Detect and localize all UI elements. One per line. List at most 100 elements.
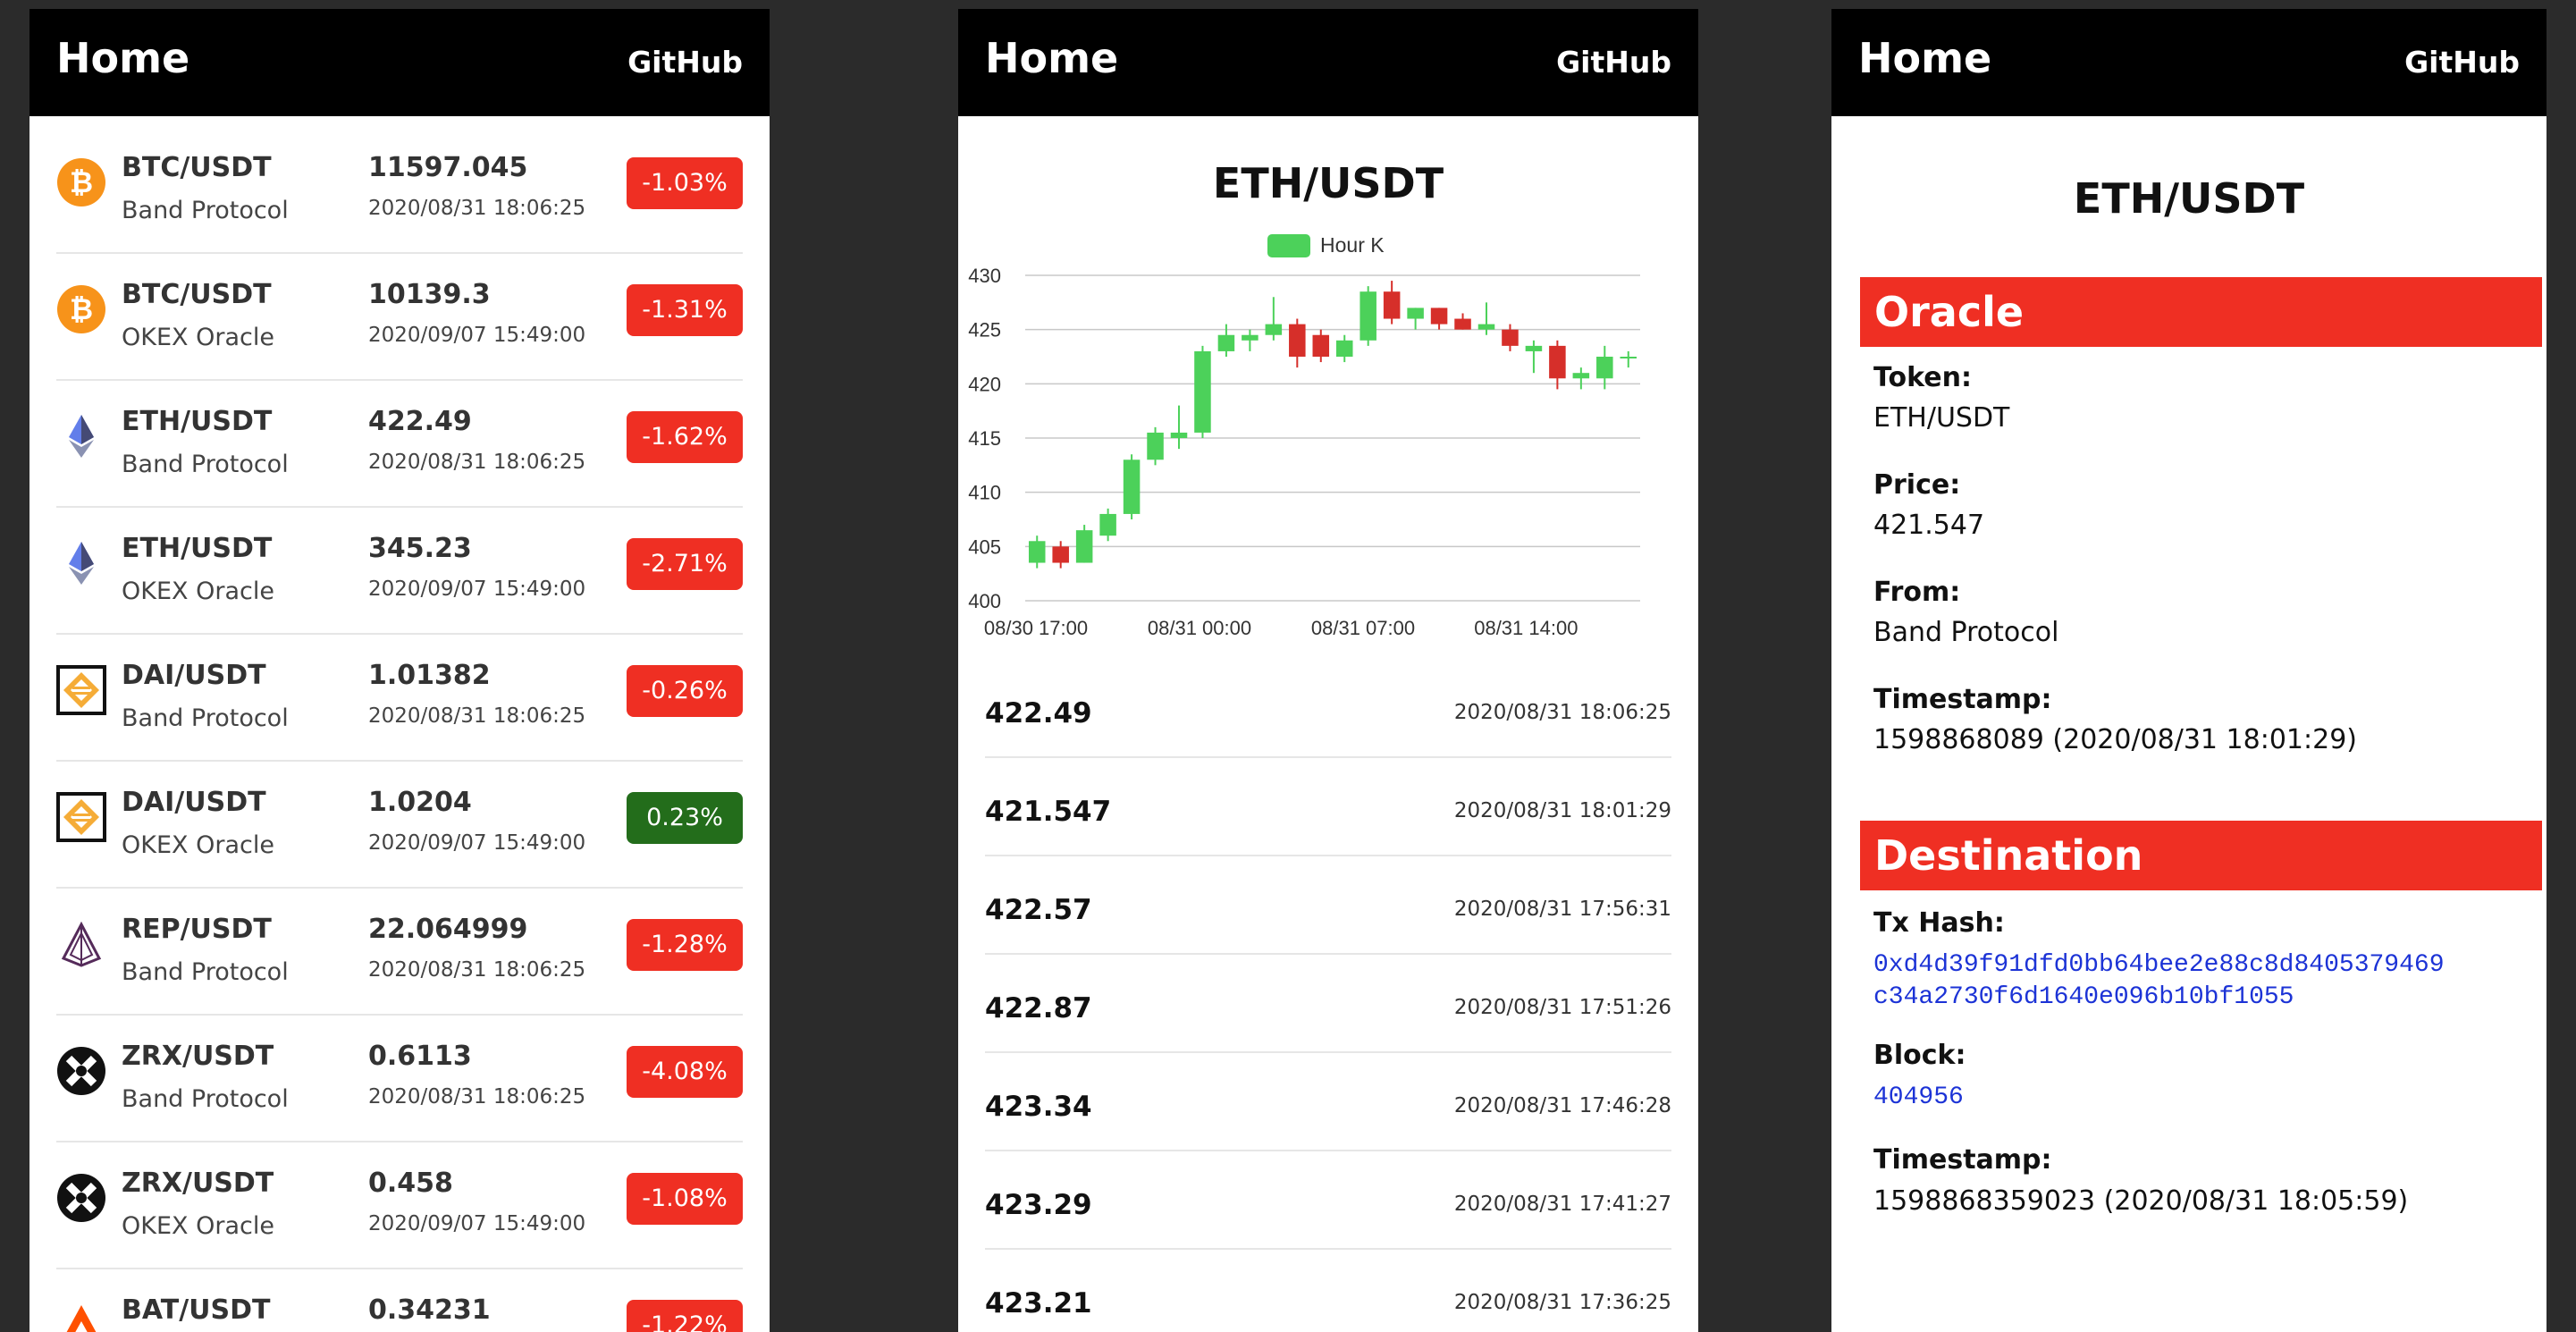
list-item[interactable]: DAI/USDT OKEX Oracle 1.0204 2020/09/07 15:4…	[29, 762, 770, 889]
price-value: 1.01382	[368, 660, 491, 691]
history-price: 423.29	[985, 1189, 1092, 1221]
list-item[interactable]: ₿ BTC/USDT Band Protocol 11597.045 2020/08/3…	[29, 127, 770, 254]
candle-body	[1502, 329, 1519, 346]
list-item[interactable]: ₿ BTC/USDT OKEX Oracle 10139.3 2020/09/07 15…	[29, 254, 770, 381]
history-time: 2020/08/31 17:56:31	[1453, 898, 1671, 921]
candle-body	[1572, 373, 1590, 379]
home-link[interactable]: Home	[56, 34, 189, 82]
github-link[interactable]: GitHub	[627, 45, 743, 80]
zrx-icon	[56, 1173, 106, 1223]
svg-text:₿: ₿	[70, 292, 93, 326]
price-value: 0.6113	[368, 1041, 472, 1072]
github-link[interactable]: GitHub	[1556, 45, 1671, 80]
history-time: 2020/08/31 17:46:28	[1453, 1094, 1671, 1117]
dai-icon	[56, 665, 106, 715]
x-tick-label: 08/31 07:00	[1311, 617, 1415, 639]
home-link[interactable]: Home	[985, 34, 1118, 82]
github-link[interactable]: GitHub	[2404, 45, 2520, 80]
list-item[interactable]: 423.21 2020/08/31 17:36:25	[958, 1250, 1698, 1332]
oracle-source: Band Protocol	[122, 958, 289, 986]
y-tick-label: 405	[968, 535, 1001, 558]
x-tick-label: 08/31 14:00	[1474, 617, 1578, 639]
change-badge: -1.03%	[627, 157, 743, 209]
candle-body	[1620, 357, 1637, 358]
list-item[interactable]: ZRX/USDT OKEX Oracle 0.458 2020/09/07 15:49…	[29, 1142, 770, 1269]
oracle-source: OKEX Oracle	[122, 1212, 274, 1240]
y-tick-label: 425	[968, 319, 1001, 341]
history-time: 2020/08/31 17:36:25	[1453, 1291, 1671, 1314]
from-label: From:	[1873, 577, 1961, 608]
history-price: 423.21	[985, 1287, 1092, 1319]
list-item[interactable]: 421.547 2020/08/31 18:01:29	[958, 758, 1698, 856]
candle-body	[1123, 459, 1141, 514]
list-item[interactable]: ETH/USDT OKEX Oracle 345.23 2020/09/07 15:4…	[29, 508, 770, 635]
candle-body	[1335, 340, 1353, 357]
oracle-heading: Oracle	[1860, 277, 2542, 347]
price-label: Price:	[1873, 469, 1961, 501]
price-time: 2020/09/07 15:49:00	[368, 324, 586, 347]
candle-body	[1596, 357, 1613, 379]
y-tick-label: 410	[968, 482, 1001, 504]
pair-symbol: REP/USDT	[122, 914, 272, 945]
pair-symbol: ZRX/USDT	[122, 1168, 274, 1199]
block-label: Block:	[1873, 1040, 1966, 1071]
candle-body	[1194, 350, 1211, 433]
detail-title: ETH/USDT	[2073, 174, 2305, 223]
list-item[interactable]: ETH/USDT Band Protocol 422.49 2020/08/31 18…	[29, 381, 770, 508]
tx-hash-link[interactable]: 0xd4d39f91dfd0bb64bee2e88c8d8405379469 c…	[1873, 949, 2445, 1014]
change-badge: -2.71%	[627, 538, 743, 590]
price-time: 2020/08/31 18:06:25	[368, 958, 586, 982]
pair-symbol: BTC/USDT	[122, 279, 272, 310]
price-list-screen: Home GitHub ₿ BTC/USDT Band Protocol 11597.…	[29, 9, 770, 1332]
tx-hash-line-1[interactable]: 0xd4d39f91dfd0bb64bee2e88c8d8405379469	[1873, 949, 2445, 982]
candlestick-chart: Hour K 400 405 410 415 420 425 430 08/30 17:00 08…	[968, 233, 1640, 639]
price-time: 2020/08/31 18:06:25	[368, 1085, 586, 1109]
list-item[interactable]: DAI/USDT Band Protocol 1.01382 2020/08/31 1…	[29, 635, 770, 762]
history-price: 422.87	[985, 992, 1092, 1024]
candle-body	[1430, 308, 1448, 325]
y-tick-label: 430	[968, 265, 1001, 287]
candle-body	[1242, 334, 1259, 341]
candle-body	[1052, 546, 1069, 563]
detail-screen: Home GitHub ETH/USDT Oracle Token: ETH/U…	[1831, 9, 2547, 1332]
tx-hash-line-2[interactable]: c34a2730f6d1640e096b10bf1055	[1873, 982, 2445, 1014]
rep-icon	[56, 919, 106, 969]
bat-icon	[56, 1300, 106, 1332]
list-item[interactable]: 422.87 2020/08/31 17:51:26	[958, 955, 1698, 1053]
candle-body	[1477, 324, 1495, 330]
block-link[interactable]: 404956	[1873, 1082, 1964, 1114]
change-badge: -1.22%	[627, 1300, 743, 1332]
oracle-source: OKEX Oracle	[122, 831, 274, 859]
list-item[interactable]: 422.49 2020/08/31 18:06:25	[958, 660, 1698, 758]
history-price: 422.49	[985, 697, 1092, 729]
price-time: 2020/08/31 18:06:25	[368, 451, 586, 474]
chart-screen: Home GitHub ETH/USDT Hour K 400 405 410 415 4…	[958, 9, 1698, 1332]
candle-body	[1407, 308, 1424, 319]
price-time: 2020/08/31 18:06:25	[368, 197, 586, 220]
top-bar: Home GitHub	[1831, 9, 2547, 116]
candle-body	[1075, 530, 1093, 563]
list-item[interactable]: 422.57 2020/08/31 17:56:31	[958, 856, 1698, 955]
btc-icon: ₿	[56, 284, 106, 334]
y-tick-label: 400	[968, 590, 1001, 612]
destination-heading: Destination	[1860, 821, 2542, 890]
oracle-source: Band Protocol	[122, 1085, 289, 1113]
price-value: 11597.045	[368, 152, 528, 183]
eth-icon	[56, 411, 106, 461]
history-price: 421.547	[985, 796, 1112, 828]
list-item[interactable]: 423.34 2020/08/31 17:46:28	[958, 1053, 1698, 1151]
candle-body	[1312, 334, 1330, 357]
candle-body	[1028, 541, 1046, 563]
pair-symbol: ETH/USDT	[122, 533, 273, 564]
home-link[interactable]: Home	[1858, 34, 1991, 82]
candle-body	[1454, 318, 1471, 330]
list-item[interactable]: ZRX/USDT Band Protocol 0.6113 2020/08/31 18…	[29, 1016, 770, 1142]
token-label: Token:	[1873, 362, 1972, 393]
legend-swatch	[1267, 234, 1310, 257]
list-item[interactable]: REP/USDT Band Protocol 22.064999 2020/08/31…	[29, 889, 770, 1016]
list-item[interactable]: BAT/USDT 0.34231 -1.22%	[29, 1269, 770, 1332]
pair-symbol: DAI/USDT	[122, 787, 266, 818]
timestamp-value: 1598868089 (2020/08/31 18:01:29)	[1873, 724, 2357, 755]
candle-body	[1525, 345, 1543, 351]
list-item[interactable]: 423.29 2020/08/31 17:41:27	[958, 1151, 1698, 1250]
